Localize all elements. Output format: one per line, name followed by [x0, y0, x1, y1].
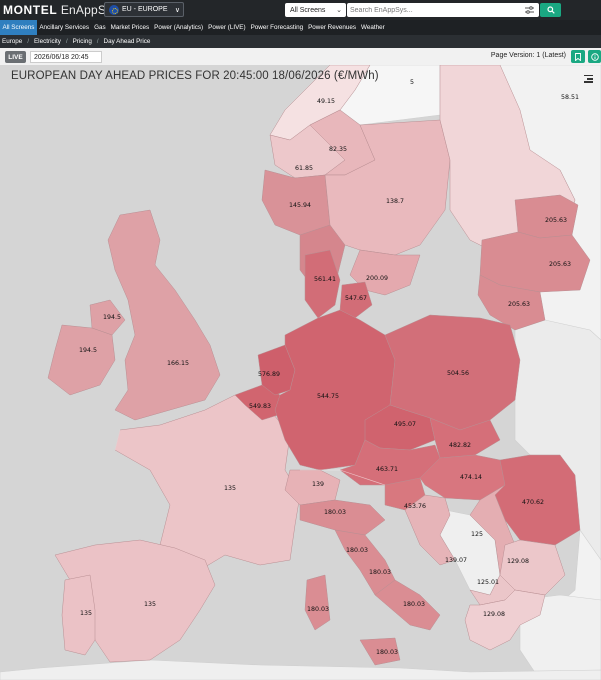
breadcrumb: Europe / Electricity / Pricing / Day Ahead … [0, 35, 601, 48]
top-bar: MONTEL EnAppSys EU - EUROPE ∨ All Screen… [0, 0, 601, 20]
price-label: 82.35 [329, 146, 347, 153]
price-label: 463.71 [376, 466, 398, 473]
search-icon [546, 6, 555, 14]
price-label: 495.07 [394, 421, 416, 428]
price-label: 139 [312, 481, 324, 488]
price-label: 205.63 [508, 301, 530, 308]
nav-power-analytics[interactable]: Power (Analytics) [152, 20, 206, 35]
nav-weather[interactable]: Weather [359, 20, 388, 35]
price-label: 180.03 [307, 606, 329, 613]
info-icon [590, 52, 599, 61]
price-label: 49.15 [317, 98, 335, 105]
nav-gas[interactable]: Gas [92, 20, 109, 35]
price-label: 544.75 [317, 393, 339, 400]
nav-power-forecasting[interactable]: Power Forecasting [248, 20, 306, 35]
eu-flag-icon [109, 4, 119, 15]
nav-power-revenues[interactable]: Power Revenues [306, 20, 359, 35]
price-label: 135 [80, 610, 92, 617]
price-label: 561.41 [314, 276, 336, 283]
price-label: 200.09 [366, 275, 388, 282]
filter-icon[interactable] [522, 4, 536, 16]
price-label: 135 [144, 601, 156, 608]
price-label: 58.51 [561, 94, 579, 101]
europe-price-map[interactable]: 49.15 5 58.51 82.35 61.85 145.94 138.7 2… [0, 65, 601, 680]
search-input[interactable] [347, 3, 539, 17]
price-label: 180.03 [324, 509, 346, 516]
price-label: 180.03 [376, 649, 398, 656]
chevron-down-icon: ⌄ [336, 7, 342, 14]
bookmark-icon [575, 52, 581, 61]
price-label: 125.01 [477, 579, 499, 586]
price-label: 576.89 [258, 371, 280, 378]
nav-all-screens[interactable]: All Screens [0, 20, 37, 35]
price-label: 129.08 [507, 558, 529, 565]
price-label: 129.08 [483, 611, 505, 618]
price-label: 549.83 [249, 403, 271, 410]
price-label: 180.03 [369, 569, 391, 576]
montel-logo[interactable]: MONTEL EnAppSys [3, 3, 118, 17]
screens-selector[interactable]: All Screens ⌄ [285, 3, 346, 17]
price-label: 180.03 [346, 547, 368, 554]
nav-power-live[interactable]: Power (LIVE) [206, 20, 248, 35]
region-selector[interactable]: EU - EUROPE ∨ [104, 2, 184, 17]
breadcrumb-electricity[interactable]: Electricity [34, 38, 61, 45]
breadcrumb-day-ahead-price[interactable]: Day Ahead Price [104, 38, 151, 45]
price-label: 180.03 [403, 601, 425, 608]
price-label: 470.62 [522, 499, 544, 506]
breadcrumb-pricing[interactable]: Pricing [73, 38, 92, 45]
price-label: 474.14 [460, 474, 482, 481]
page-version: Page Version: 1 (Latest) [490, 52, 566, 59]
price-label: 138.7 [386, 198, 404, 205]
price-label: 61.85 [295, 165, 313, 172]
search-button[interactable] [540, 3, 561, 17]
price-label: 205.63 [545, 217, 567, 224]
price-label: 482.82 [449, 442, 471, 449]
price-label: 139.07 [445, 557, 467, 564]
price-label: 205.63 [549, 261, 571, 268]
menu-icon[interactable] [584, 75, 593, 85]
main-nav: All Screens Ancillary Services Gas Marke… [0, 20, 601, 35]
price-label: 145.94 [289, 202, 311, 209]
nav-ancillary-services[interactable]: Ancillary Services [37, 20, 92, 35]
price-label: 125 [471, 531, 483, 538]
price-label: 166.15 [167, 360, 189, 367]
bookmark-button[interactable] [571, 50, 585, 63]
live-badge[interactable]: LIVE [5, 51, 26, 63]
chevron-down-icon: ∨ [174, 6, 180, 14]
nav-market-prices[interactable]: Market Prices [108, 20, 152, 35]
price-label: 547.67 [345, 295, 367, 302]
price-label: 194.5 [103, 314, 121, 321]
datetime-field[interactable]: 2026/06/18 20:45 [30, 51, 102, 63]
info-button[interactable] [588, 50, 601, 63]
price-label: 504.56 [447, 370, 469, 377]
price-label: 194.5 [79, 347, 97, 354]
price-label: 453.76 [404, 503, 426, 510]
price-label: 5 [410, 79, 414, 86]
breadcrumb-europe[interactable]: Europe [2, 38, 22, 45]
map-title: EUROPEAN DAY AHEAD PRICES FOR 20:45:00 1… [11, 70, 379, 82]
price-label: 135 [224, 485, 236, 492]
